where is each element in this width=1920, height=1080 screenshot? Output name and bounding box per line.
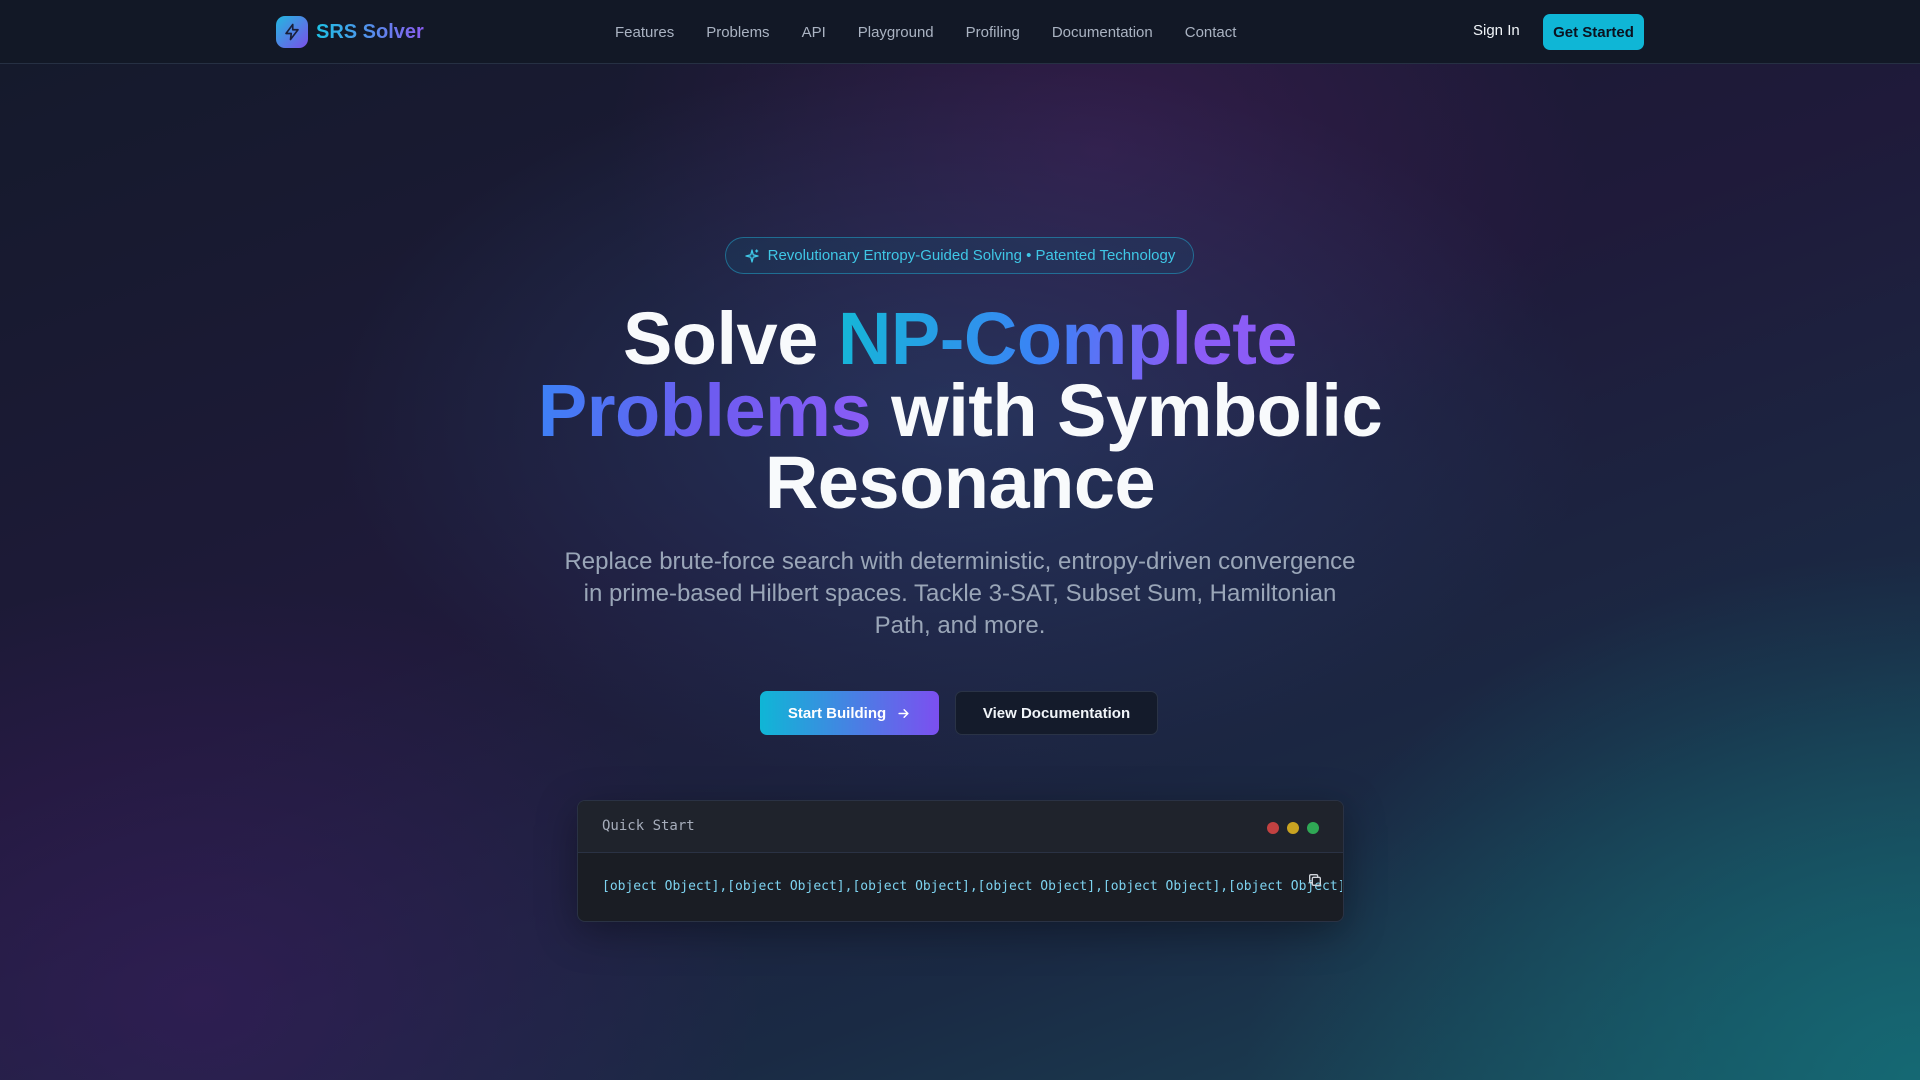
window-dot-yellow bbox=[1287, 822, 1299, 834]
hero-headline: Solve NP-Complete Problems with Symbolic… bbox=[460, 302, 1460, 520]
nav-link-contact[interactable]: Contact bbox=[1185, 24, 1237, 41]
brand-name: SRS Solver bbox=[316, 20, 424, 43]
lightning-icon bbox=[276, 16, 308, 48]
quick-start-header: Quick Start bbox=[578, 801, 1343, 853]
start-building-button[interactable]: Start Building bbox=[760, 691, 939, 735]
nav-link-api[interactable]: API bbox=[802, 24, 826, 41]
window-dot-green bbox=[1307, 822, 1319, 834]
get-started-button[interactable]: Get Started bbox=[1543, 14, 1644, 50]
nav-link-profiling[interactable]: Profiling bbox=[966, 24, 1020, 41]
badge-text: Revolutionary Entropy-Guided Solving • P… bbox=[767, 247, 1176, 264]
nav-link-features[interactable]: Features bbox=[615, 24, 674, 41]
brand-logo-link[interactable]: SRS Solver bbox=[276, 15, 424, 49]
quick-start-panel: Quick Start [object Object],[object Obje… bbox=[577, 800, 1344, 922]
nav-link-problems[interactable]: Problems bbox=[706, 24, 769, 41]
quick-start-title: Quick Start bbox=[602, 818, 695, 834]
start-building-label: Start Building bbox=[787, 704, 887, 722]
nav-link-documentation[interactable]: Documentation bbox=[1052, 24, 1153, 41]
headline-text-2: with Symbolic bbox=[871, 369, 1383, 452]
hero-subtitle: Replace brute-force search with determin… bbox=[564, 548, 1356, 639]
window-dot-red bbox=[1267, 822, 1279, 834]
main-nav: Features Problems API Playground Profili… bbox=[615, 0, 1268, 64]
hero-badge: Revolutionary Entropy-Guided Solving • P… bbox=[725, 237, 1194, 274]
nav-link-playground[interactable]: Playground bbox=[858, 24, 934, 41]
copy-icon[interactable] bbox=[1306, 871, 1324, 889]
view-documentation-button[interactable]: View Documentation bbox=[955, 691, 1158, 735]
headline-text-1: Solve bbox=[622, 297, 838, 380]
sparkle-icon bbox=[744, 248, 759, 263]
top-navbar: SRS Solver Features Problems API Playgro… bbox=[0, 0, 1920, 64]
quick-start-code: [object Object],[object Object],[object … bbox=[602, 879, 1342, 894]
headline-highlight-1: NP-Complete bbox=[837, 297, 1298, 380]
headline-text-3: Resonance bbox=[764, 441, 1156, 524]
sign-in-link[interactable]: Sign In bbox=[1473, 22, 1520, 39]
headline-highlight-2: Problems bbox=[537, 369, 872, 452]
arrow-right-icon bbox=[898, 708, 909, 718]
